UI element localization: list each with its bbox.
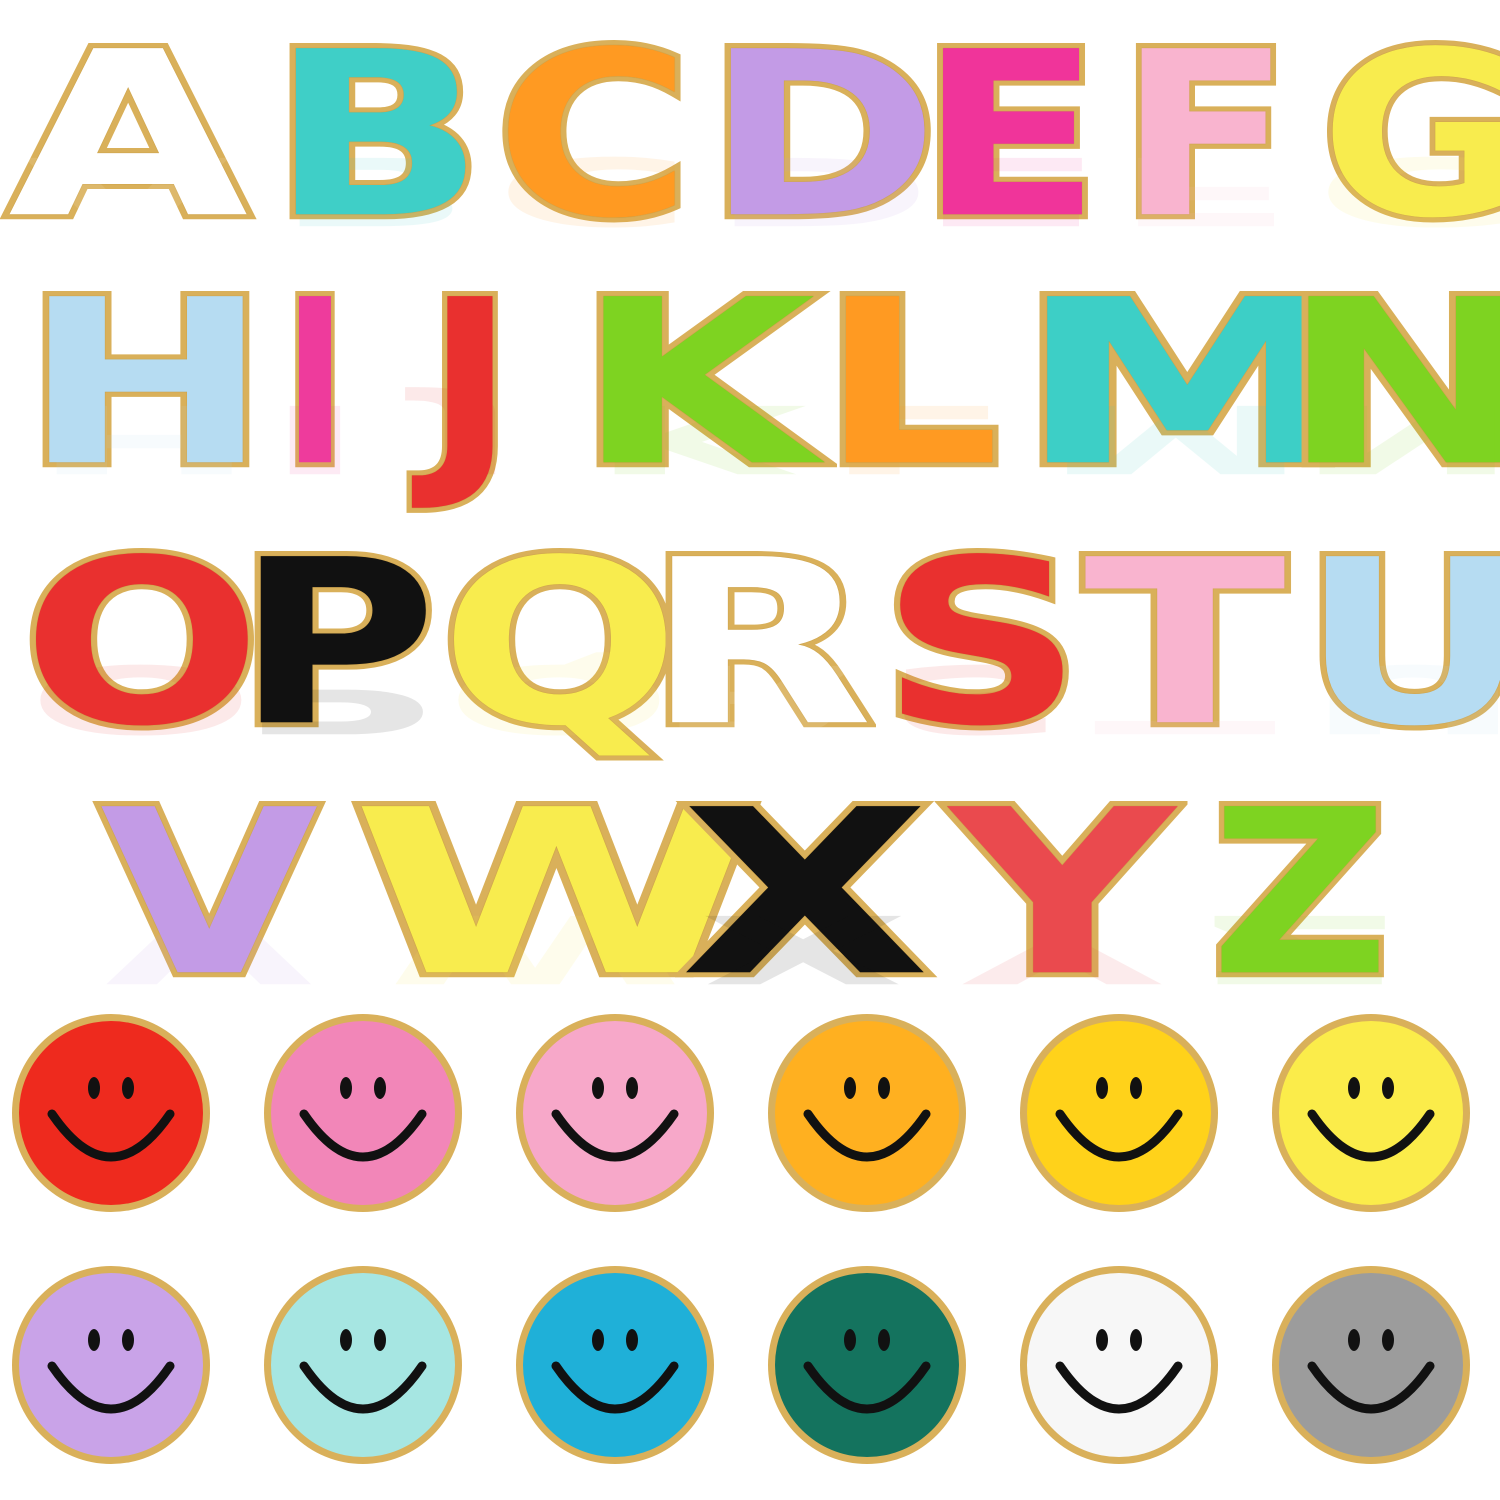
letter-patch-f: F	[1113, 3, 1298, 269]
smiley-face-icon	[768, 1266, 966, 1464]
letter-patch-j: J	[420, 251, 520, 517]
letter-patch-g: G	[1314, 17, 1500, 255]
smiley-face-icon	[516, 1014, 714, 1212]
smiley-face-icon	[1020, 1266, 1218, 1464]
letter-patch-t: T	[1077, 511, 1292, 777]
letter-patch-u: U	[1294, 525, 1500, 763]
letter-patch-d: D	[699, 3, 946, 269]
smiley-face-icon	[264, 1266, 462, 1464]
letter-patch-b: B	[264, 3, 492, 269]
smiley-patch	[260, 1262, 466, 1468]
smiley-face-icon	[1272, 1266, 1470, 1464]
letter-patch-a: A	[1, 3, 255, 269]
smiley-face-icon	[1020, 1014, 1218, 1212]
letter-patch-p: P	[229, 511, 443, 777]
letter-patch-q: Q	[434, 511, 687, 777]
letter-patch-r: R	[638, 511, 879, 777]
smiley-face-icon	[12, 1014, 210, 1212]
smiley-face-icon	[264, 1014, 462, 1212]
letter-patch-x: X	[673, 761, 938, 1027]
letter-patch-e: E	[912, 3, 1107, 269]
letter-patch-l: L	[814, 251, 1006, 517]
smiley-face-icon	[768, 1014, 966, 1212]
smiley-patch	[260, 1010, 466, 1216]
smiley-patch	[8, 1010, 214, 1216]
smiley-patch	[512, 1262, 718, 1468]
letter-patch-i: I	[280, 251, 351, 517]
letter-patch-h: H	[15, 251, 276, 517]
product-photo: AABBCCDDEEFFGGHHIIJJKKLLMMNNOOPPQQRRSSTT…	[0, 0, 1500, 1500]
smiley-face-icon	[516, 1266, 714, 1464]
smiley-patch	[1268, 1010, 1474, 1216]
smiley-patch	[8, 1262, 214, 1468]
letter-patch-m: M	[1007, 251, 1366, 517]
smiley-patch	[1268, 1262, 1474, 1468]
letter-patch-c: C	[489, 3, 698, 269]
letter-patch-n: N	[1273, 265, 1500, 503]
letter-patch-y: Y	[943, 761, 1182, 1027]
smiley-patch	[1016, 1010, 1222, 1216]
smiley-face-icon	[12, 1266, 210, 1464]
smiley-face-icon	[1272, 1014, 1470, 1212]
smiley-patch	[1016, 1262, 1222, 1468]
letter-patch-o: O	[16, 511, 269, 777]
letter-patch-k: K	[568, 251, 822, 517]
letter-patch-s: S	[874, 511, 1090, 777]
letter-patch-z: Z	[1204, 761, 1394, 1027]
letter-patch-v: V	[94, 761, 325, 1027]
letter-patch-w: W	[342, 761, 771, 1027]
smiley-patch	[512, 1010, 718, 1216]
smiley-patch	[764, 1010, 970, 1216]
smiley-patch	[764, 1262, 970, 1468]
